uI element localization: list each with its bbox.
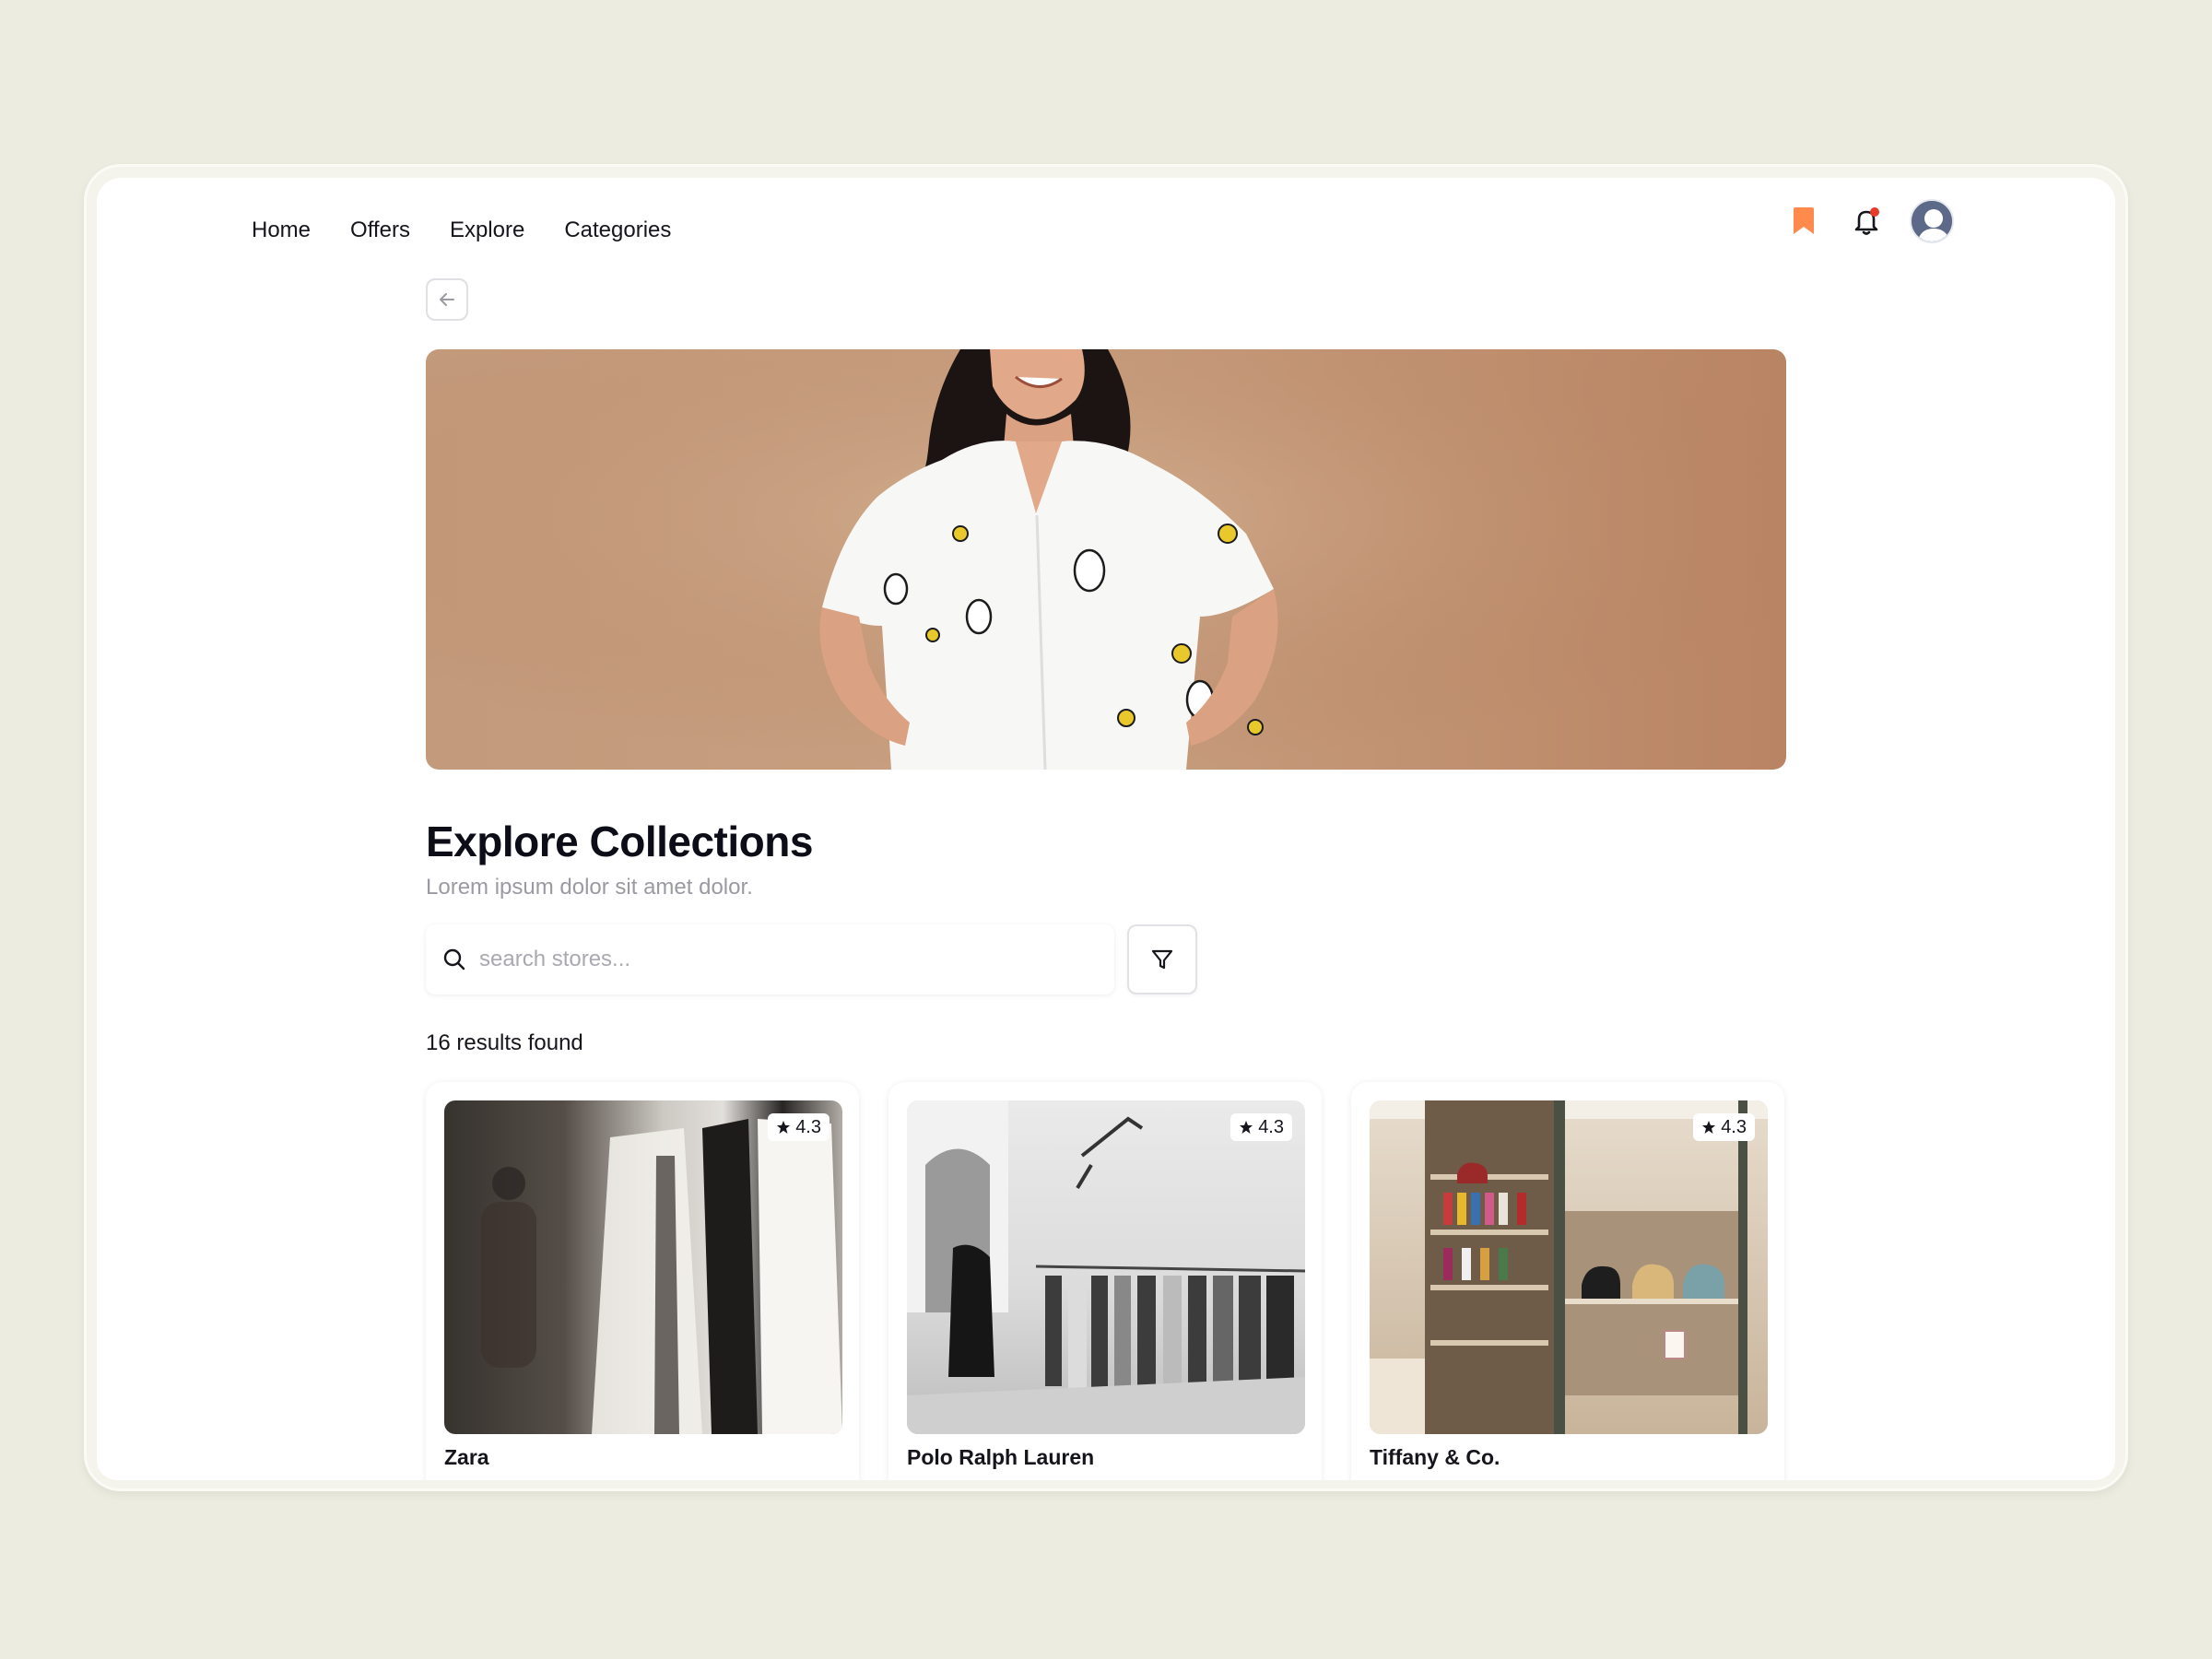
filter-button[interactable] [1127, 924, 1197, 994]
store-image: 4.3 [907, 1100, 1305, 1434]
page-subtitle: Lorem ipsum dolor sit amet dolor. [426, 875, 753, 900]
app-window: Home Offers Explore Categories Explore C… [97, 178, 2115, 1480]
star-icon [1240, 1121, 1253, 1134]
nav-actions [1784, 196, 1954, 246]
rating-badge: 4.3 [1230, 1113, 1292, 1141]
star-icon [777, 1121, 791, 1134]
search-icon [443, 948, 465, 971]
store-card-polo-ralph-lauren[interactable]: 4.3 Polo Ralph Lauren [888, 1082, 1322, 1480]
store-list: 4.3 Zara 4.3 Polo Ralph Lauren 4.3 Tiffa… [426, 1082, 1784, 1480]
rating-badge: 4.3 [1693, 1113, 1755, 1141]
nav-categories[interactable]: Categories [564, 218, 671, 243]
bell-icon[interactable] [1847, 202, 1886, 241]
search-bar [426, 924, 1114, 994]
store-card-tiffany-co[interactable]: 4.3 Tiffany & Co. [1351, 1082, 1784, 1480]
arrow-left-icon [440, 293, 454, 306]
search-input[interactable] [479, 947, 1069, 972]
top-nav: Home Offers Explore Categories [252, 206, 711, 255]
star-icon [1702, 1121, 1716, 1134]
user-avatar[interactable] [1910, 199, 1954, 243]
results-count: 16 results found [426, 1030, 583, 1055]
store-card-zara[interactable]: 4.3 Zara [426, 1082, 859, 1480]
store-image: 4.3 [1370, 1100, 1768, 1434]
store-image: 4.3 [444, 1100, 842, 1434]
store-name: Tiffany & Co. [1370, 1445, 1500, 1469]
hero-banner [426, 349, 1786, 770]
nav-home[interactable]: Home [252, 218, 311, 243]
page-title: Explore Collections [426, 818, 813, 865]
back-button[interactable] [426, 278, 468, 321]
filter-icon [1151, 949, 1173, 970]
bookmark-icon[interactable] [1784, 202, 1823, 241]
nav-offers[interactable]: Offers [350, 218, 410, 243]
nav-explore[interactable]: Explore [450, 218, 524, 243]
store-name: Polo Ralph Lauren [907, 1445, 1095, 1469]
store-name: Zara [444, 1445, 489, 1469]
rating-badge: 4.3 [768, 1113, 830, 1141]
